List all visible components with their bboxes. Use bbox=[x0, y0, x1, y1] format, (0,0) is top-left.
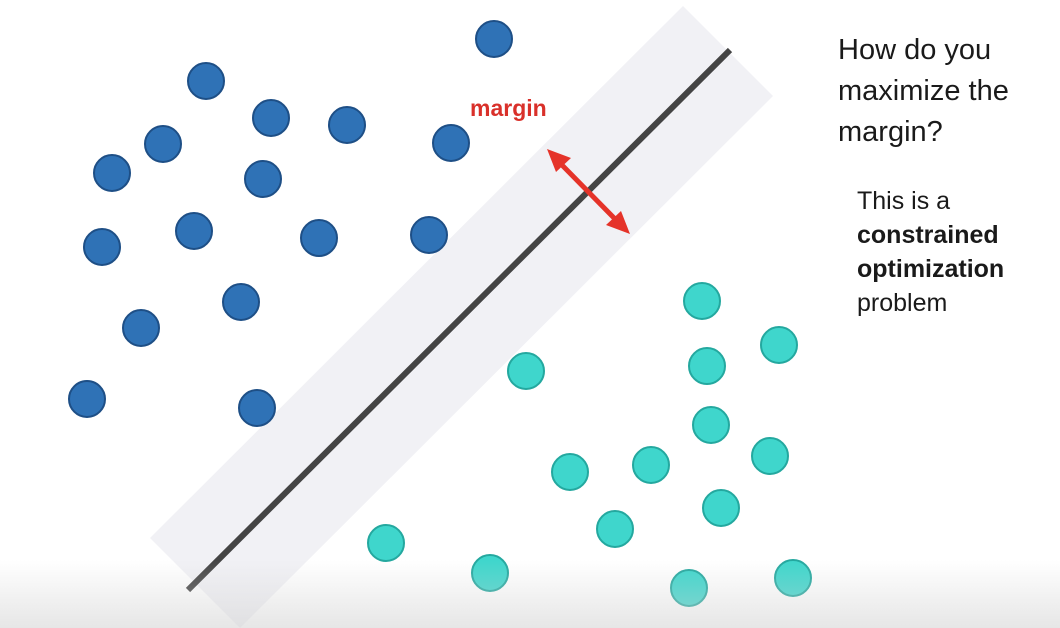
explanation-line-1: This is a bbox=[857, 187, 951, 215]
class-a-point bbox=[238, 389, 276, 427]
class-b-point bbox=[471, 554, 509, 592]
class-a-point bbox=[83, 228, 121, 266]
class-a-point bbox=[410, 216, 448, 254]
class-a-point bbox=[93, 154, 131, 192]
class-b-point bbox=[692, 406, 730, 444]
class-b-point bbox=[774, 559, 812, 597]
class-b-point bbox=[670, 569, 708, 607]
class-a-point bbox=[222, 283, 260, 321]
explanation-line-4: problem bbox=[857, 289, 948, 317]
class-a-point bbox=[252, 99, 290, 137]
class-a-point bbox=[300, 219, 338, 257]
explanation-text: This is a constrained optimization probl… bbox=[857, 184, 1057, 320]
class-a-point bbox=[328, 106, 366, 144]
class-b-point bbox=[632, 446, 670, 484]
class-b-point bbox=[760, 326, 798, 364]
explanation-bold-optimization: optimization bbox=[857, 255, 1005, 283]
class-a-point bbox=[475, 20, 513, 58]
class-a-point bbox=[144, 125, 182, 163]
class-a-point bbox=[68, 380, 106, 418]
class-a-point bbox=[175, 212, 213, 250]
question-text: How do you maximize the margin? bbox=[838, 34, 1009, 148]
class-a-point bbox=[432, 124, 470, 162]
class-b-point bbox=[702, 489, 740, 527]
margin-label: margin bbox=[470, 95, 547, 121]
class-a-point bbox=[187, 62, 225, 100]
class-b-point bbox=[751, 437, 789, 475]
class-b-point bbox=[507, 352, 545, 390]
class-b-point bbox=[596, 510, 634, 548]
class-a-point bbox=[122, 309, 160, 347]
class-b-point bbox=[688, 347, 726, 385]
class-a-point bbox=[244, 160, 282, 198]
class-b-point bbox=[367, 524, 405, 562]
class-b-point bbox=[683, 282, 721, 320]
class-b-point bbox=[551, 453, 589, 491]
explanation-bold-constrained: constrained bbox=[857, 221, 999, 249]
